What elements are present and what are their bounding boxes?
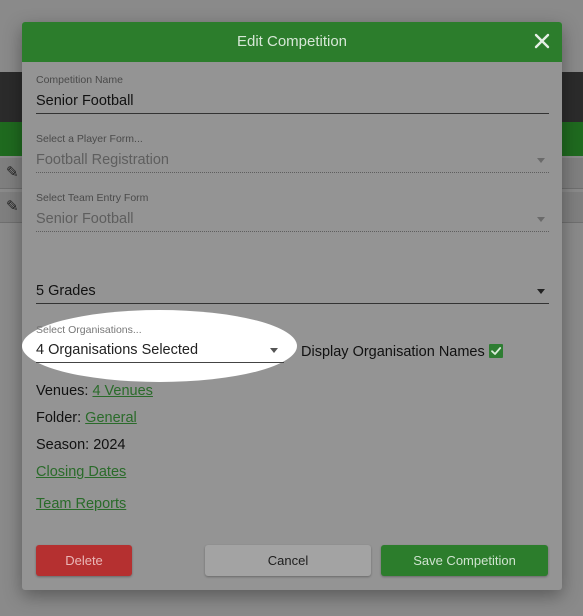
team-entry-form-select[interactable]: Select Team Entry Form Senior Football — [36, 192, 549, 232]
display-organisation-names-label: Display Organisation Names — [301, 344, 485, 360]
caret-down-icon — [537, 289, 545, 294]
team-reports-line: Team Reports — [36, 496, 126, 512]
folder-line: Folder: General — [36, 410, 137, 426]
competition-name-label: Competition Name — [36, 74, 123, 86]
delete-button[interactable]: Delete — [36, 545, 132, 576]
grades-value[interactable]: 5 Grades — [36, 281, 549, 304]
team-reports-link[interactable]: Team Reports — [36, 496, 126, 512]
folder-link[interactable]: General — [85, 410, 137, 426]
organisations-value[interactable]: 4 Organisations Selected — [36, 340, 284, 363]
grades-select[interactable]: 5 Grades — [36, 276, 549, 304]
season-line: Season: 2024 — [36, 437, 126, 453]
player-form-label: Select a Player Form... — [36, 133, 143, 145]
organisations-select[interactable]: Select Organisations... 4 Organisations … — [36, 324, 284, 363]
player-form-text: Football Registration — [36, 152, 169, 168]
edit-competition-dialog: Edit Competition Competition Name Senior… — [22, 22, 562, 590]
venues-line: Venues: 4 Venues — [36, 383, 153, 399]
close-icon[interactable] — [530, 30, 554, 54]
save-competition-button[interactable]: Save Competition — [381, 545, 548, 576]
organisations-label: Select Organisations... — [36, 324, 142, 336]
team-entry-form-text: Senior Football — [36, 211, 134, 227]
closing-dates-line: Closing Dates — [36, 464, 126, 480]
team-entry-form-value[interactable]: Senior Football — [36, 209, 549, 232]
grades-text: 5 Grades — [36, 283, 96, 299]
folder-label: Folder: — [36, 410, 82, 426]
venues-label: Venues: — [36, 383, 89, 399]
check-icon — [491, 347, 502, 355]
competition-name-input[interactable]: Senior Football — [36, 91, 549, 114]
competition-name-field[interactable]: Competition Name Senior Football — [36, 74, 549, 114]
team-entry-form-label: Select Team Entry Form — [36, 192, 149, 204]
player-form-value[interactable]: Football Registration — [36, 150, 549, 173]
close-icon-glyph — [534, 33, 550, 49]
dialog-title: Edit Competition — [236, 33, 348, 50]
caret-down-icon — [270, 348, 278, 353]
cancel-button[interactable]: Cancel — [205, 545, 371, 576]
caret-down-icon — [537, 158, 545, 163]
closing-dates-link[interactable]: Closing Dates — [36, 464, 126, 480]
dialog-header: Edit Competition — [22, 22, 562, 62]
venues-link[interactable]: 4 Venues — [92, 383, 152, 399]
organisations-text: 4 Organisations Selected — [36, 342, 199, 358]
player-form-select[interactable]: Select a Player Form... Football Registr… — [36, 133, 549, 173]
display-organisation-names-checkbox[interactable] — [489, 344, 503, 358]
caret-down-icon — [537, 217, 545, 222]
